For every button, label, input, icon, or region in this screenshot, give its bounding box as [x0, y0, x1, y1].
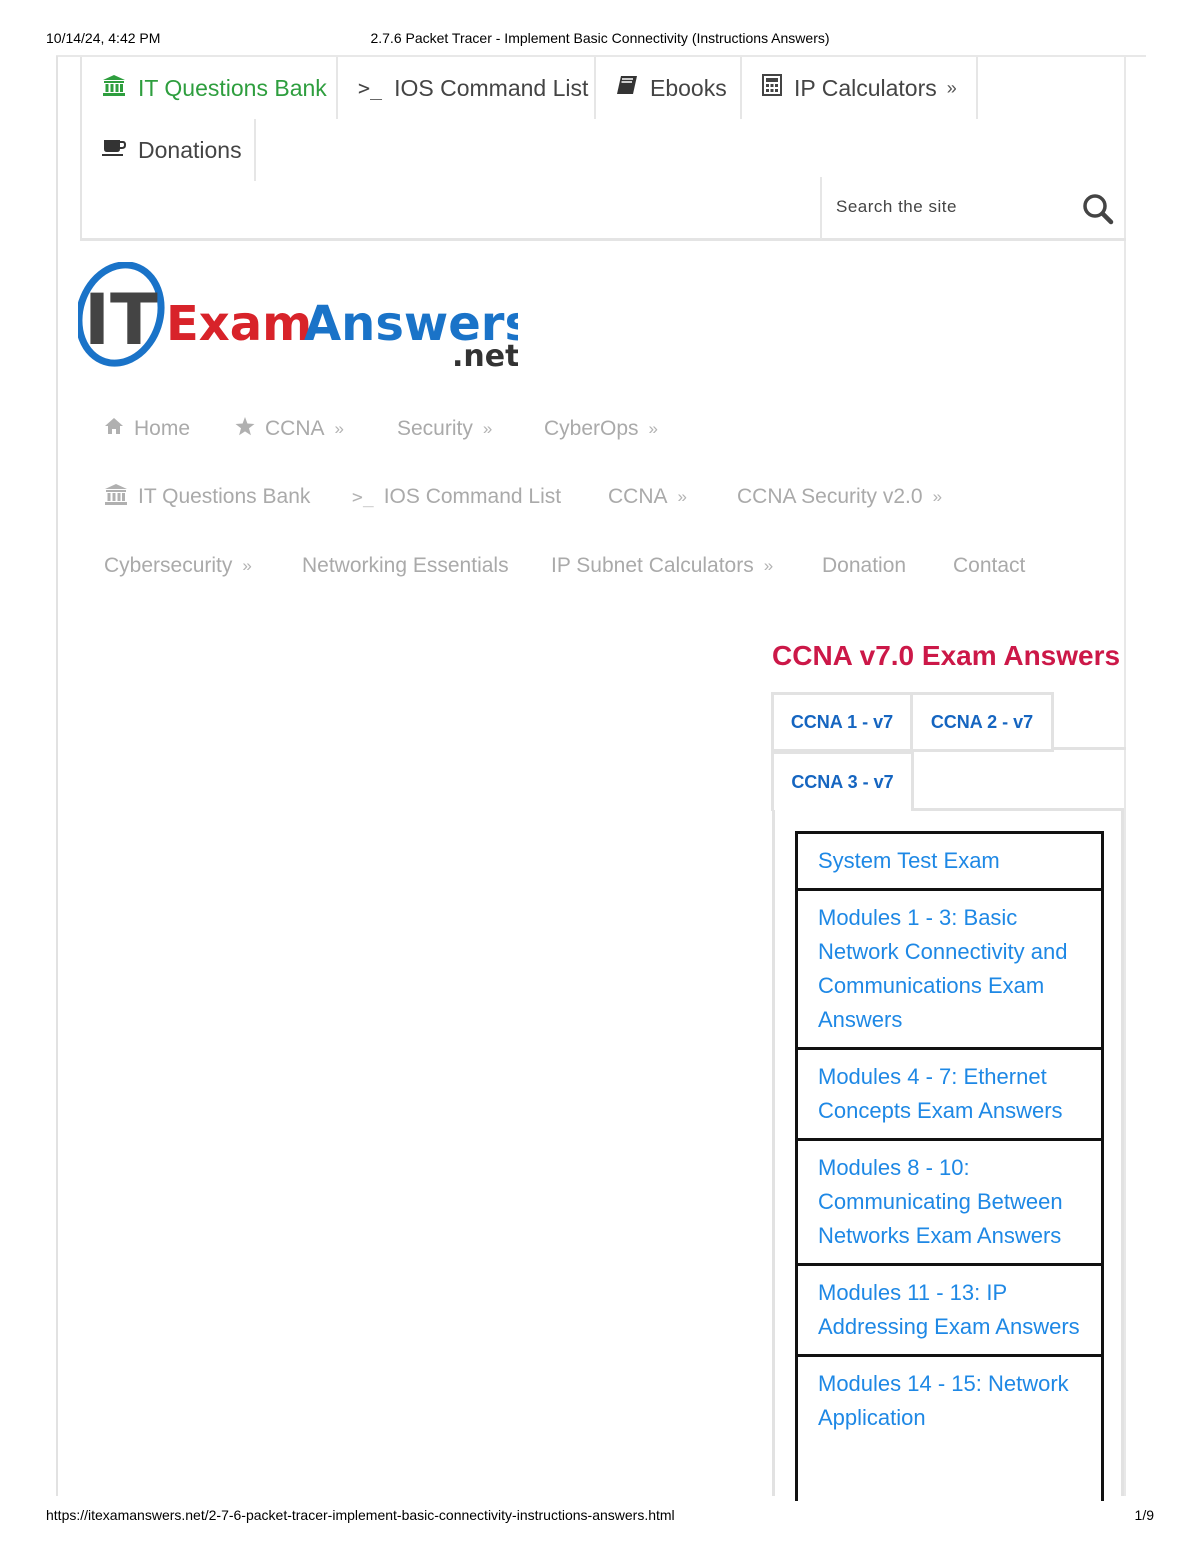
exam-links-table: System Test Exam Modules 1 - 3: Basic Ne… — [795, 831, 1104, 1501]
search-icon — [1083, 194, 1114, 225]
print-page-number: 1/9 — [1134, 1507, 1154, 1523]
nav-item-label: CCNA — [608, 485, 668, 508]
nav-item-networking-essentials[interactable]: Networking Essentials — [302, 551, 509, 581]
exam-link-modules-8-10[interactable]: Modules 8 - 10: Communicating Between Ne… — [798, 1141, 1101, 1266]
print-header: 10/14/24, 4:42 PM 2.7.6 Packet Tracer - … — [46, 30, 1154, 48]
site-logo[interactable]: IT Exam Answers .net — [75, 261, 533, 374]
tab-ccna-1[interactable]: CCNA 1 - v7 — [771, 692, 913, 752]
nav-item-home[interactable]: Home — [104, 414, 190, 444]
terminal-icon: >_ — [352, 486, 374, 508]
nav-item-label: CyberOps — [544, 417, 639, 440]
search-button[interactable] — [1080, 191, 1116, 227]
nav-item-label: Networking Essentials — [302, 554, 509, 577]
search-input[interactable] — [836, 192, 1066, 222]
print-url: https://itexamanswers.net/2-7-6-packet-t… — [46, 1507, 675, 1523]
topbar-item-donations[interactable]: Donations — [82, 119, 256, 181]
tab-ccna-2[interactable]: CCNA 2 - v7 — [910, 692, 1054, 752]
nav-item-label: Donation — [822, 554, 907, 577]
nav-item-ios-command-list[interactable]: >_ IOS Command List — [352, 482, 561, 512]
tab-panel-border-left — [772, 810, 775, 1496]
calculator-icon — [762, 74, 782, 102]
page-frame-left — [56, 56, 58, 1496]
topbar-item-label: IOS Command List — [394, 74, 589, 101]
star-icon — [235, 416, 255, 442]
tab-panel-border-right — [1121, 810, 1124, 1496]
logo-exam-text: Exam — [166, 296, 312, 352]
topbar-item-label: Ebooks — [650, 74, 727, 101]
nav-item-label: Home — [134, 417, 191, 440]
topbar-item-ip-calculators[interactable]: IP Calculators » — [742, 57, 978, 119]
home-icon — [104, 417, 124, 441]
exam-link-modules-1-3[interactable]: Modules 1 - 3: Basic Network Connectivit… — [798, 891, 1101, 1050]
submenu-arrow-icon: » — [677, 487, 687, 506]
page-frame-right — [1124, 56, 1126, 1496]
topbar-item-label: Donations — [138, 136, 242, 163]
submenu-arrow-icon: » — [482, 419, 493, 438]
submenu-arrow-icon: » — [946, 77, 957, 98]
nav-item-it-questions-bank[interactable]: IT Questions Bank — [104, 482, 310, 512]
submenu-arrow-icon: » — [932, 487, 943, 506]
nav-item-label: Contact — [953, 554, 1026, 577]
submenu-arrow-icon: » — [242, 556, 252, 575]
topbar-item-it-questions-bank[interactable]: IT Questions Bank — [82, 57, 338, 119]
terminal-icon: >_ — [358, 76, 383, 100]
bank-icon — [104, 483, 128, 511]
exam-link-modules-14-15[interactable]: Modules 14 - 15: Network Application — [798, 1357, 1101, 1445]
exam-link-modules-11-13[interactable]: Modules 11 - 13: IP Addressing Exam Answ… — [798, 1266, 1101, 1357]
topbar-item-label: IP Calculators — [794, 74, 937, 101]
topbar-item-ios-command-list[interactable]: >_ IOS Command List — [338, 57, 596, 119]
nav-item-ccna-security[interactable]: CCNA Security v2.0 » — [737, 482, 942, 512]
nav-item-label: Security — [397, 417, 473, 440]
exam-link-modules-4-7[interactable]: Modules 4 - 7: Ethernet Concepts Exam An… — [798, 1050, 1101, 1141]
nav-item-label: CCNA — [265, 417, 325, 440]
widget-title: CCNA v7.0 Exam Answers — [772, 640, 1121, 671]
book-icon — [616, 75, 638, 101]
nav-item-label: IOS Command List — [383, 485, 562, 508]
tab-panel-border-top — [912, 808, 1124, 811]
tab-ccna-3[interactable]: CCNA 3 - v7 — [771, 751, 914, 811]
coffee-icon — [102, 137, 127, 163]
submenu-arrow-icon: » — [763, 556, 774, 575]
nav-item-cybersecurity[interactable]: Cybersecurity » — [104, 551, 252, 581]
submenu-arrow-icon: » — [334, 419, 344, 438]
nav-item-label: CCNA Security v2.0 — [737, 485, 923, 508]
nav-item-cyberops[interactable]: CyberOps » — [544, 414, 658, 444]
topbar-item-ebooks[interactable]: Ebooks — [596, 57, 742, 119]
nav-item-ccna-2[interactable]: CCNA » — [608, 482, 687, 512]
submenu-arrow-icon: » — [648, 419, 658, 438]
nav-item-ccna[interactable]: CCNA » — [235, 414, 344, 444]
topbar-item-label: IT Questions Bank — [138, 74, 327, 101]
nav-item-ip-subnet-calculators[interactable]: IP Subnet Calculators » — [551, 551, 773, 581]
print-footer: https://itexamanswers.net/2-7-6-packet-t… — [46, 1507, 1154, 1525]
nav-item-contact[interactable]: Contact — [953, 551, 1025, 581]
logo-it-text: IT — [84, 279, 158, 361]
exam-link-system-test[interactable]: System Test Exam — [798, 834, 1101, 891]
tabs-divider — [1052, 747, 1126, 750]
nav-item-donation[interactable]: Donation — [822, 551, 906, 581]
nav-item-security[interactable]: Security » — [397, 414, 492, 444]
print-title: 2.7.6 Packet Tracer - Implement Basic Co… — [370, 30, 830, 46]
bank-icon — [102, 74, 126, 102]
nav-item-label: IP Subnet Calculators — [551, 554, 754, 577]
search-box — [820, 177, 1126, 239]
nav-item-label: Cybersecurity — [104, 554, 233, 577]
top-menu-bar: IT Questions Bank >_ IOS Command List Eb… — [80, 57, 1126, 241]
logo-tld-text: .net — [452, 339, 518, 372]
nav-item-label: IT Questions Bank — [138, 485, 311, 508]
